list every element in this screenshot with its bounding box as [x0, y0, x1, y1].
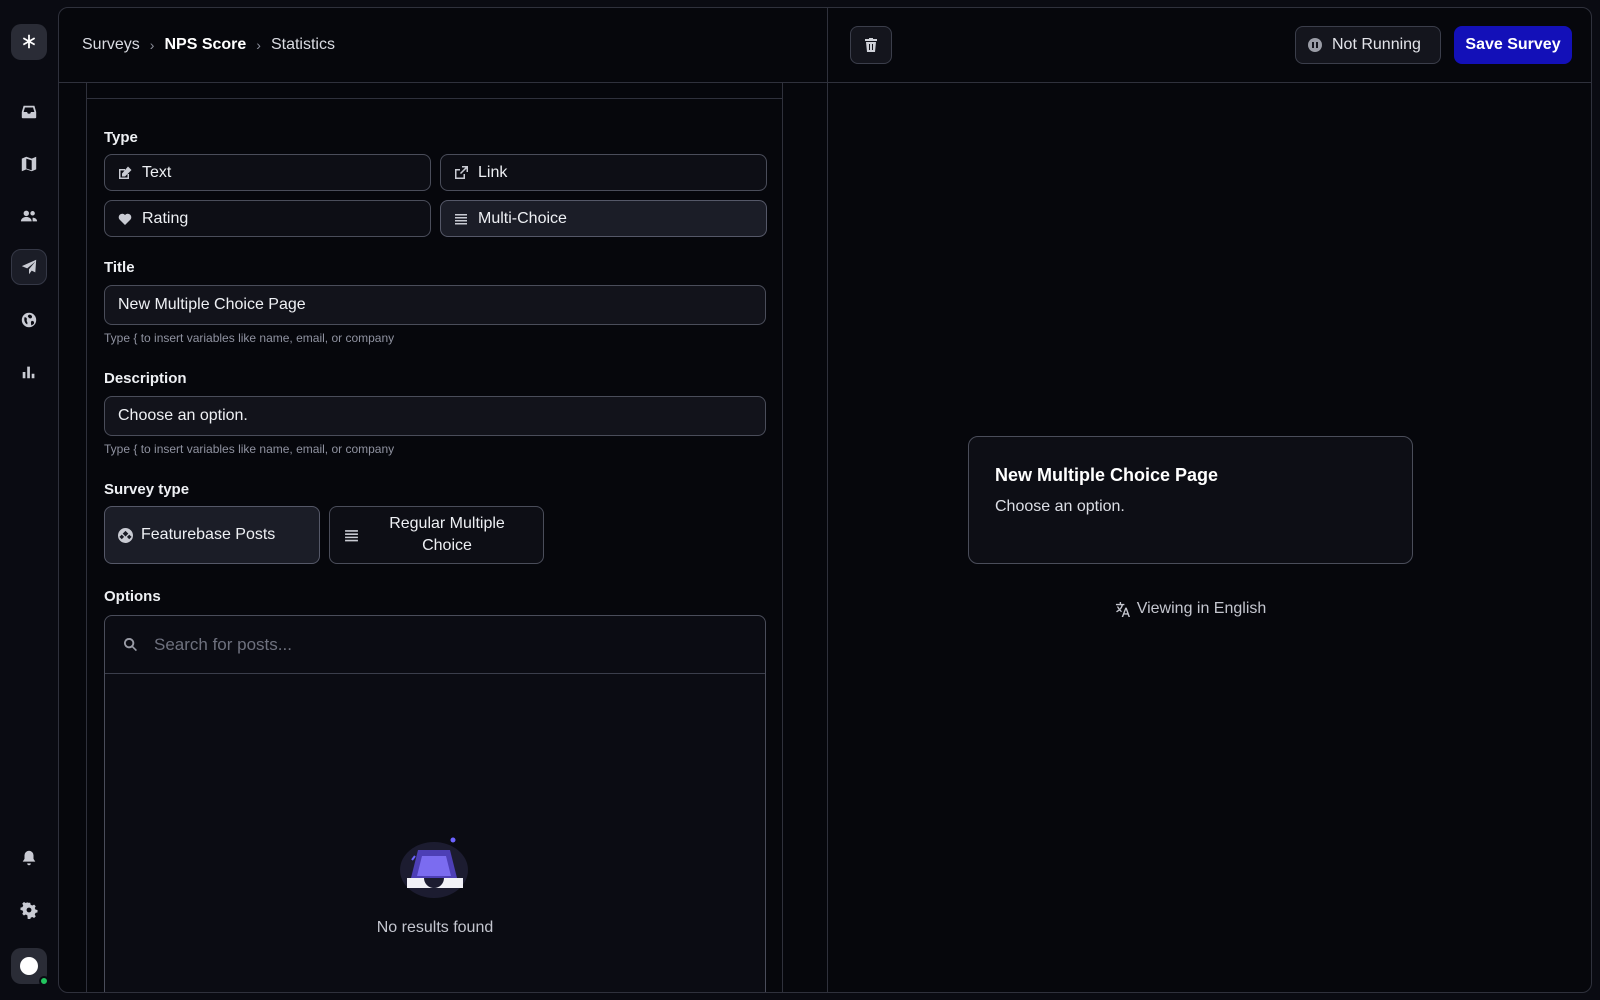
bar-chart-icon: [22, 366, 35, 379]
divider: [87, 98, 782, 99]
edit-icon: [119, 166, 132, 179]
survey-type-featurebase-posts[interactable]: Featurebase Posts: [104, 506, 320, 564]
sidebar-item-analytics[interactable]: [11, 354, 47, 390]
avatar: [20, 957, 38, 975]
users-icon: [20, 210, 38, 222]
type-option-label: Multi-Choice: [478, 209, 567, 227]
empty-inbox-icon: [400, 837, 468, 898]
globe-icon: [21, 312, 37, 328]
survey-status-button[interactable]: Not Running: [1295, 26, 1441, 64]
language-indicator[interactable]: Viewing in English: [968, 600, 1413, 618]
type-option-label: Link: [478, 163, 508, 181]
chevron-right-icon: ›: [256, 37, 261, 53]
gear-icon: [20, 902, 38, 919]
sidebar-item-changelog[interactable]: [11, 302, 47, 338]
delete-button[interactable]: [850, 26, 892, 64]
options-picker: No results found: [104, 615, 766, 992]
chevron-right-icon: ›: [149, 37, 155, 53]
settings-button[interactable]: [11, 892, 47, 928]
preview-card: New Multiple Choice Page Choose an optio…: [968, 436, 1413, 564]
options-label: Options: [104, 588, 161, 605]
type-option-label: Text: [142, 163, 172, 181]
sidebar-item-surveys[interactable]: [11, 249, 47, 285]
survey-type-label-text: Featurebase Posts: [141, 526, 276, 543]
pause-icon: [1308, 38, 1322, 52]
bell-icon: [22, 850, 36, 866]
translate-icon: [1115, 601, 1130, 617]
breadcrumb-nps-score[interactable]: NPS Score: [164, 36, 246, 54]
trash-icon: [865, 38, 877, 52]
heart-icon: [118, 213, 132, 225]
search-icon: [123, 637, 137, 652]
user-avatar-button[interactable]: [11, 948, 49, 986]
type-label: Type: [104, 129, 138, 146]
notifications-button[interactable]: [11, 840, 47, 876]
survey-type-label: Survey type: [104, 481, 190, 498]
sidebar-item-inbox[interactable]: [11, 94, 47, 130]
type-option-text[interactable]: Text: [104, 154, 431, 191]
survey-type-label-text: Regular Multiple Choice: [389, 515, 505, 554]
send-icon: [21, 259, 37, 275]
online-status-indicator: [39, 976, 49, 986]
type-option-rating[interactable]: Rating: [104, 200, 431, 237]
asterisk-logo-icon: [22, 34, 36, 49]
status-label: Not Running: [1332, 36, 1421, 53]
description-input[interactable]: Choose an option.: [104, 396, 766, 436]
survey-type-regular-multiple-choice[interactable]: Regular Multiple Choice: [329, 506, 544, 564]
preview-description: Choose an option.: [995, 498, 1125, 515]
no-results-text: No results found: [376, 919, 494, 936]
title-input[interactable]: New Multiple Choice Page: [104, 285, 766, 325]
search-posts-input[interactable]: [154, 634, 734, 655]
panel-divider: [827, 8, 828, 992]
empty-state: No results found: [105, 834, 765, 937]
preview-title: New Multiple Choice Page: [995, 465, 1219, 485]
featurebase-icon: [118, 527, 133, 543]
title-hint: Type { to insert variables like name, em…: [104, 331, 395, 345]
breadcrumb-statistics[interactable]: Statistics: [271, 36, 335, 54]
description-label: Description: [104, 370, 187, 387]
sidebar-item-roadmap[interactable]: [11, 146, 47, 182]
list-icon: [455, 213, 467, 224]
language-text: Viewing in English: [1136, 600, 1267, 617]
page-editor-panel: Type Text Link Rating Multi-Choice Title…: [86, 83, 783, 992]
main-frame: Surveys › NPS Score › Statistics Not Run…: [58, 7, 1592, 993]
top-bar: Surveys › NPS Score › Statistics Not Run…: [59, 8, 1591, 83]
sidebar: [0, 0, 58, 1000]
external-link-icon: [455, 165, 468, 179]
app-logo-button[interactable]: [11, 24, 47, 60]
sidebar-item-users[interactable]: [11, 198, 47, 234]
description-hint: Type { to insert variables like name, em…: [104, 442, 395, 456]
type-option-multi-choice[interactable]: Multi-Choice: [440, 200, 767, 237]
title-label: Title: [104, 259, 135, 276]
save-survey-button[interactable]: Save Survey: [1454, 26, 1572, 64]
search-row: [105, 616, 765, 674]
map-icon: [21, 156, 37, 172]
breadcrumb-surveys[interactable]: Surveys: [82, 36, 140, 54]
inbox-icon: [21, 105, 37, 119]
type-option-label: Rating: [142, 209, 189, 227]
list-icon: [345, 529, 358, 541]
breadcrumb: Surveys › NPS Score › Statistics: [82, 36, 335, 54]
type-option-link[interactable]: Link: [440, 154, 767, 191]
